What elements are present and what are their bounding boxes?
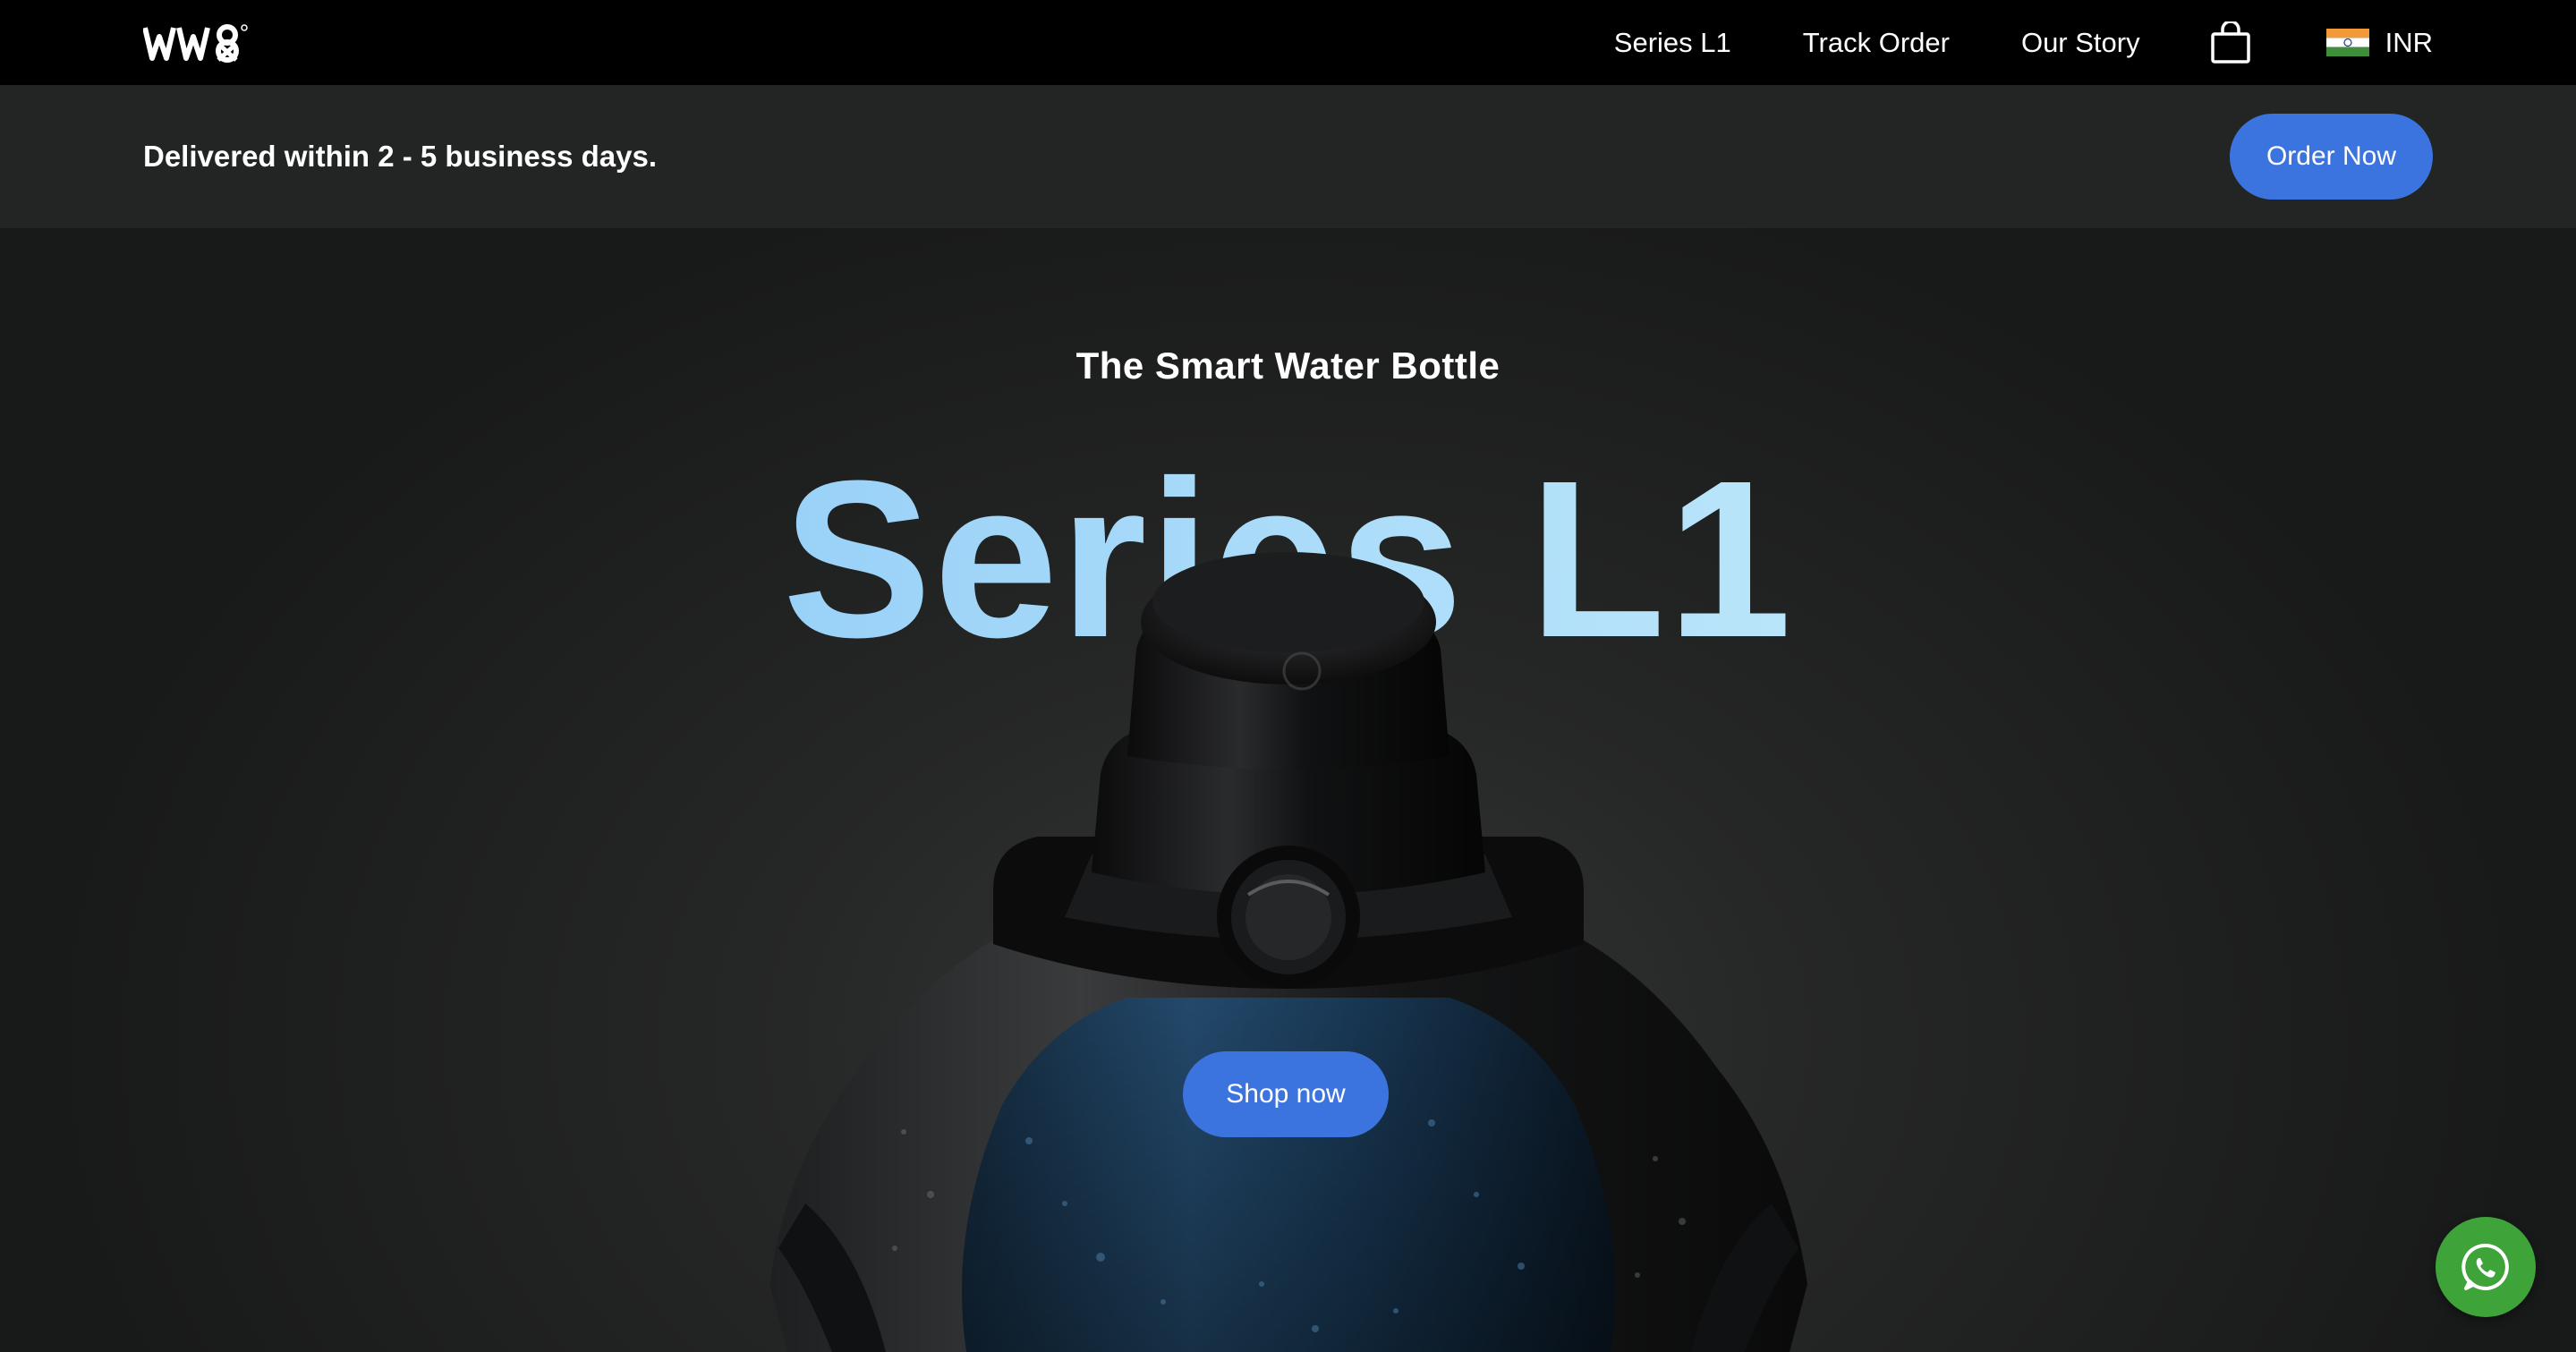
primary-nav: Series L1 Track Order Our Story INR [1614,0,2433,85]
currency-label: INR [2385,26,2433,58]
whatsapp-icon [2461,1243,2509,1290]
whatsapp-chat-button[interactable] [2436,1217,2536,1317]
announcement-bar: Delivered within 2 - 5 business days. Or… [0,85,2576,228]
nav-link-track-order[interactable]: Track Order [1803,27,1950,59]
page: Series L1 Track Order Our Story INR Deli… [0,0,2576,1352]
order-now-button[interactable]: Order Now [2230,114,2433,200]
smart-water-bottle-image [769,552,1807,1352]
shopping-bag-icon[interactable] [2210,21,2251,64]
hero-section: The Smart Water Bottle Series L1 Shop no… [0,228,2576,1352]
top-navbar: Series L1 Track Order Our Story INR [0,0,2576,85]
shop-now-button[interactable]: Shop now [1183,1051,1389,1137]
currency-selector[interactable]: INR [2325,26,2433,59]
brand-logo[interactable] [143,22,249,64]
nav-link-series-l1[interactable]: Series L1 [1614,27,1731,59]
india-flag-icon [2325,29,2369,56]
delivery-message: Delivered within 2 - 5 business days. [143,140,658,173]
nav-link-our-story[interactable]: Our Story [2021,27,2140,59]
